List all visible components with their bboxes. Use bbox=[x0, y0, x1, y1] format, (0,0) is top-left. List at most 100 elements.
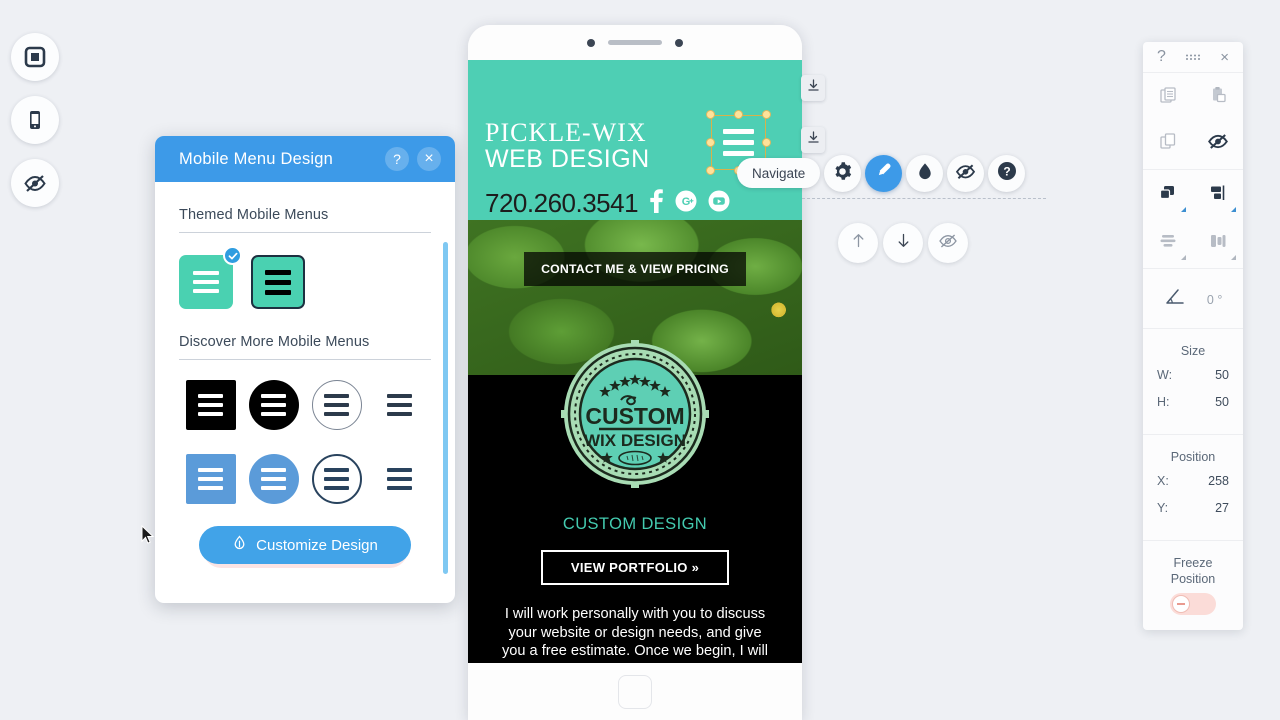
color-droplet-icon bbox=[916, 162, 934, 186]
menu-option-ring-navy[interactable] bbox=[311, 454, 362, 504]
resize-handle-w[interactable] bbox=[706, 138, 715, 147]
settings-gear-button[interactable] bbox=[824, 155, 861, 192]
panel-arrange-grid bbox=[1143, 182, 1243, 260]
size-height-row: H: 50 bbox=[1143, 395, 1243, 422]
contact-pricing-banner[interactable]: CONTACT ME & VIEW PRICING bbox=[524, 252, 746, 286]
panel-help-button[interactable]: ? bbox=[1157, 48, 1166, 66]
discover-section-title: Discover More Mobile Menus bbox=[179, 309, 431, 360]
paste-button[interactable] bbox=[1203, 85, 1233, 111]
contact-row: 720.260.3541 G bbox=[485, 188, 730, 219]
drag-dots-icon[interactable] bbox=[1185, 48, 1201, 66]
panel-rotation-section: 0 ° bbox=[1143, 268, 1243, 328]
align-button[interactable] bbox=[1203, 182, 1236, 212]
google-plus-icon[interactable]: G bbox=[675, 190, 697, 217]
align-dropdown-arrow bbox=[1231, 207, 1236, 212]
resize-handle-n[interactable] bbox=[734, 110, 743, 119]
dialog-help-button[interactable]: ? bbox=[385, 147, 409, 171]
panel-close-button[interactable]: × bbox=[1220, 49, 1229, 66]
mouse-cursor bbox=[141, 524, 155, 551]
distribute-vertical-icon bbox=[1158, 232, 1178, 255]
customize-design-label: Customize Design bbox=[256, 536, 378, 554]
seal-line-2: WIX DESIGN bbox=[584, 431, 686, 450]
move-down-button[interactable] bbox=[883, 223, 923, 263]
menu-option-ring-gray[interactable] bbox=[311, 380, 362, 430]
youtube-icon[interactable] bbox=[708, 190, 730, 217]
navigate-tooltip[interactable]: Navigate bbox=[737, 158, 821, 188]
panel-header: ? × bbox=[1143, 42, 1243, 72]
distribute-vertical-button[interactable] bbox=[1153, 230, 1186, 260]
dialog-scrollbar[interactable] bbox=[443, 242, 448, 574]
desktop-view-icon bbox=[24, 46, 46, 68]
selected-check-icon bbox=[223, 246, 242, 265]
view-portfolio-button[interactable]: VIEW PORTFOLIO » bbox=[541, 550, 729, 585]
phone-notch bbox=[468, 25, 802, 60]
menu-option-square-black[interactable] bbox=[185, 380, 236, 430]
mobile-site-screen: PICKLE-WIX WEB DESIGN 720.260.3541 G CON… bbox=[468, 60, 802, 698]
menu-option-plain-dark[interactable] bbox=[375, 380, 425, 430]
menu-option-plain-navy[interactable] bbox=[375, 454, 425, 504]
design-pen-button[interactable] bbox=[865, 155, 902, 192]
move-up-button[interactable] bbox=[838, 223, 878, 263]
hamburger-thumbnail bbox=[179, 255, 233, 309]
panel-arrange-section bbox=[1143, 169, 1243, 268]
resize-handle-sw[interactable] bbox=[706, 166, 715, 175]
hide-button[interactable] bbox=[1203, 131, 1233, 157]
sidebar-item-desktop-view[interactable] bbox=[11, 33, 59, 81]
size-title: Size bbox=[1180, 344, 1206, 358]
rotation-value[interactable]: 0 ° bbox=[1207, 293, 1222, 307]
resize-handle-ne[interactable] bbox=[762, 110, 771, 119]
height-value[interactable]: 50 bbox=[1193, 395, 1229, 409]
position-x-row: X: 258 bbox=[1143, 474, 1243, 501]
element-properties-panel: ? × 0 ° Size W: 50 H: 50 Position X: 258… bbox=[1143, 42, 1243, 630]
position-y-value[interactable]: 27 bbox=[1193, 501, 1229, 515]
customize-design-button[interactable]: Customize Design bbox=[199, 526, 411, 564]
home-button-icon[interactable] bbox=[618, 674, 652, 709]
width-value[interactable]: 50 bbox=[1193, 368, 1229, 382]
site-brand: PICKLE-WIX WEB DESIGN bbox=[485, 118, 650, 173]
sidebar-item-mobile-view[interactable] bbox=[11, 96, 59, 144]
help-question-button[interactable]: ? bbox=[988, 155, 1025, 192]
facebook-icon[interactable] bbox=[649, 189, 664, 218]
collapse-section-button-bottom[interactable] bbox=[801, 127, 825, 153]
sidebar-item-hidden-elements[interactable] bbox=[11, 159, 59, 207]
position-y-label: Y: bbox=[1157, 501, 1169, 515]
copy-button[interactable] bbox=[1153, 85, 1183, 111]
panel-actions-grid bbox=[1143, 85, 1243, 157]
distribute-horizontal-button[interactable] bbox=[1203, 230, 1236, 260]
themed-menu-option-1[interactable] bbox=[179, 246, 242, 309]
droplet-icon bbox=[232, 535, 247, 555]
duplicate-button[interactable] bbox=[1153, 131, 1183, 157]
freeze-position-toggle[interactable] bbox=[1170, 593, 1216, 616]
freeze-title: Freeze Position bbox=[1143, 553, 1243, 589]
collapse-section-icon bbox=[807, 131, 820, 149]
resize-handle-e[interactable] bbox=[762, 138, 771, 147]
brand-line-1: PICKLE-WIX bbox=[485, 118, 647, 147]
rotation-row: 0 ° bbox=[1143, 281, 1243, 316]
menu-option-circle-blue[interactable] bbox=[248, 454, 299, 504]
brand-line-2: WEB DESIGN bbox=[485, 144, 650, 173]
height-label: H: bbox=[1157, 395, 1170, 409]
hide-eye-button[interactable] bbox=[947, 155, 984, 192]
color-droplet-button[interactable] bbox=[906, 155, 943, 192]
menu-option-circle-black[interactable] bbox=[248, 380, 299, 430]
resize-handle-nw[interactable] bbox=[706, 110, 715, 119]
position-x-value[interactable]: 258 bbox=[1193, 474, 1229, 488]
svg-text:G: G bbox=[682, 196, 691, 208]
hide-element-button[interactable] bbox=[928, 223, 968, 263]
panel-freeze-section: Freeze Position bbox=[1143, 540, 1243, 627]
align-icon bbox=[1208, 184, 1228, 207]
hide-icon bbox=[1207, 132, 1229, 156]
dialog-header: Mobile Menu Design ? × bbox=[155, 136, 455, 182]
rotation-angle-icon[interactable] bbox=[1164, 287, 1186, 312]
dialog-close-button[interactable]: × bbox=[417, 147, 441, 171]
themed-menu-option-2[interactable] bbox=[251, 255, 305, 309]
menu-option-square-blue[interactable] bbox=[185, 454, 236, 504]
svg-text:?: ? bbox=[1003, 165, 1010, 179]
thumb-bar bbox=[265, 279, 291, 285]
custom-design-heading: CUSTOM DESIGN bbox=[562, 515, 708, 533]
arrange-layers-button[interactable] bbox=[1153, 182, 1186, 212]
help-question-icon: ? bbox=[997, 161, 1017, 186]
paste-icon bbox=[1209, 86, 1228, 110]
move-controls bbox=[838, 223, 968, 263]
collapse-section-button-top[interactable] bbox=[801, 75, 825, 101]
